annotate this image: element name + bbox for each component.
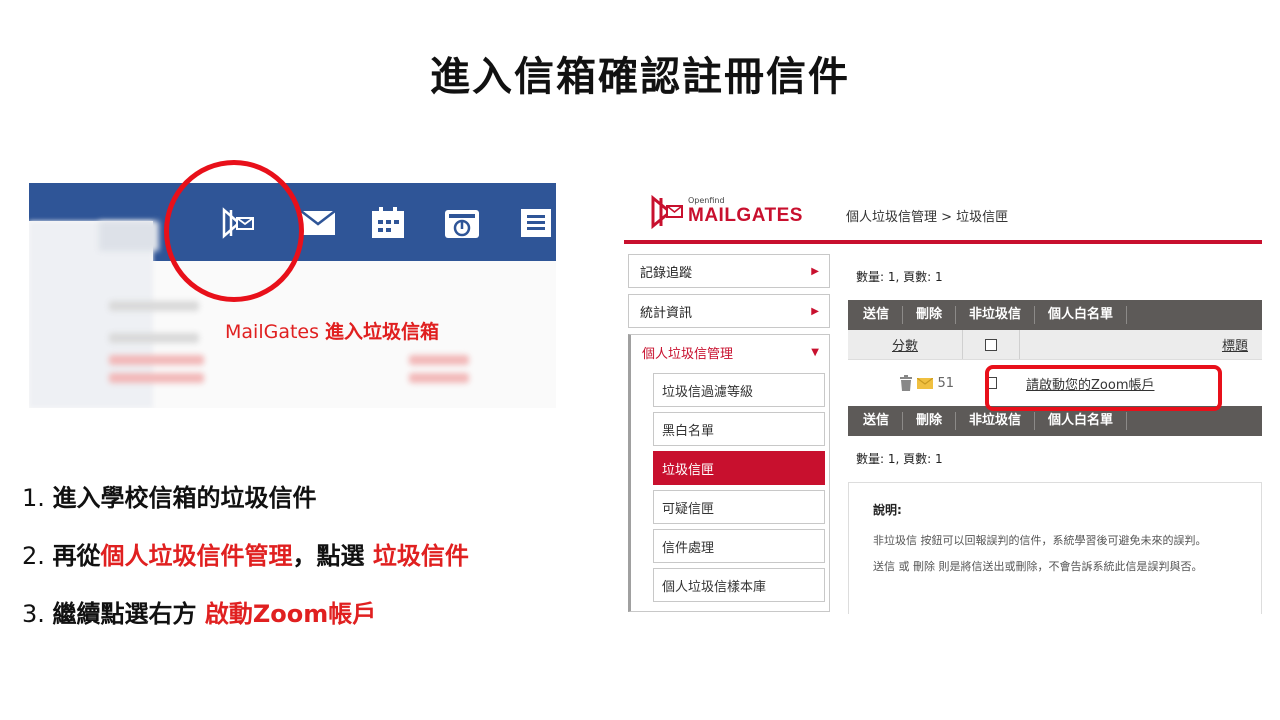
- mailgates-label-main: 進入垃圾信箱: [325, 321, 440, 343]
- step-highlight: 個人垃圾信件管理: [100, 542, 293, 570]
- mailgates-logo: Openfind MAILGATES: [650, 194, 810, 234]
- step-number: 1.: [22, 484, 53, 512]
- score-column-header[interactable]: 分數: [848, 335, 962, 354]
- step-text: 進入學校信箱的垃圾信件: [52, 484, 317, 512]
- whitelist-button[interactable]: 個人白名單: [1035, 306, 1128, 324]
- sidebar-item-personal-spam[interactable]: 個人垃圾信管理 ▼: [631, 335, 829, 369]
- whitelist-button[interactable]: 個人白名單: [1035, 412, 1128, 430]
- action-toolbar: 送信 刪除 非垃圾信 個人白名單: [848, 300, 1262, 330]
- blurred-row: [109, 333, 199, 343]
- sidebar: 記錄追蹤 ▶ 統計資訊 ▶ 個人垃圾信管理 ▼ 垃圾信過濾等級 黑白名單 垃圾信…: [628, 254, 830, 612]
- sidebar-item-label: 個人垃圾信管理: [642, 346, 734, 362]
- score-cell: 51: [848, 375, 962, 391]
- sidebar-subitem-filter-level[interactable]: 垃圾信過濾等級: [653, 373, 825, 407]
- delete-button[interactable]: 刪除: [903, 412, 957, 430]
- sidebar-subitem-suspicious[interactable]: 可疑信匣: [653, 490, 825, 524]
- count-status: 數量: 1, 頁數: 1: [856, 270, 943, 284]
- instruction-steps: 1. 進入學校信箱的垃圾信件 2. 再從個人垃圾信件管理，點選 垃圾信件 3. …: [22, 478, 469, 652]
- note-line: 送信 或 刪除 則是將信送出或刪除，不會告訴系統此信是誤判與否。: [873, 560, 1203, 573]
- sidebar-item-statistics[interactable]: 統計資訊 ▶: [628, 294, 830, 328]
- main-content: 數量: 1, 頁數: 1 送信 刪除 非垃圾信 個人白名單 分數 標題 51 請…: [848, 254, 1262, 614]
- sidebar-subitem-mail-handling[interactable]: 信件處理: [653, 529, 825, 563]
- breadcrumb: 個人垃圾信管理 > 垃圾信匣: [846, 210, 1009, 225]
- blurred-row: [109, 301, 199, 311]
- sidebar-item-label: 統計資訊: [640, 305, 693, 321]
- disk-icon[interactable]: [443, 205, 481, 241]
- select-all-checkbox[interactable]: [985, 338, 997, 351]
- score-value: 51: [937, 375, 954, 391]
- step-highlight: 垃圾信件: [372, 542, 469, 570]
- step-2: 2. 再從個人垃圾信件管理，點選 垃圾信件: [22, 536, 469, 594]
- blurred-header: [99, 221, 159, 251]
- mailgates-label: MailGates 進入垃圾信箱: [225, 317, 439, 344]
- sidebar-subitem-spam-folder[interactable]: 垃圾信匣: [653, 451, 825, 485]
- trash-icon[interactable]: [899, 375, 913, 391]
- chevron-right-icon: ▶: [811, 265, 819, 277]
- highlight-circle: [164, 160, 304, 302]
- blurred-row: [409, 355, 469, 365]
- mail-icon[interactable]: [299, 205, 337, 241]
- step-text: 繼續點選右方: [52, 600, 205, 628]
- select-all-cell: [962, 330, 1020, 359]
- blurred-row: [409, 373, 469, 383]
- send-button[interactable]: 送信: [850, 412, 904, 430]
- sidebar-group-personal-spam: 個人垃圾信管理 ▼ 垃圾信過濾等級 黑白名單 垃圾信匣 可疑信匣 信件處理 個人…: [628, 334, 830, 612]
- mailgates-logo-icon: [651, 194, 683, 230]
- step-text: 再從: [52, 542, 101, 570]
- step-highlight: 啟動Zoom帳戶: [204, 600, 377, 628]
- app-header: Openfind MAILGATES 個人垃圾信管理 > 垃圾信匣: [624, 182, 1262, 244]
- delete-button[interactable]: 刪除: [903, 306, 957, 324]
- step-text: ，點選: [292, 542, 373, 570]
- logo-small-text: Openfind: [688, 196, 725, 205]
- blurred-row: [109, 373, 204, 383]
- help-note: 說明: 非垃圾信 按鈕可以回報誤判的信件，系統學習後可避免未來的誤判。 送信 或…: [848, 482, 1262, 614]
- sidebar-subitem-sample-library[interactable]: 個人垃圾信樣本庫: [653, 568, 825, 602]
- sidebar-item-label: 記錄追蹤: [640, 265, 693, 281]
- sidebar-subitem-blacklist[interactable]: 黑白名單: [653, 412, 825, 446]
- step-3: 3. 繼續點選右方 啟動Zoom帳戶: [22, 594, 469, 652]
- chevron-down-icon: ▼: [811, 346, 819, 358]
- notes-icon[interactable]: [517, 205, 555, 241]
- send-button[interactable]: 送信: [850, 306, 904, 324]
- not-spam-button[interactable]: 非垃圾信: [956, 412, 1036, 430]
- step-number: 3.: [22, 600, 53, 628]
- logo-text: MAILGATES: [688, 205, 803, 226]
- step-number: 2.: [22, 542, 53, 570]
- mailgates-label-prefix: MailGates: [225, 321, 326, 343]
- blurred-row: [109, 355, 204, 365]
- calendar-icon[interactable]: [369, 205, 407, 241]
- slide-title: 進入信箱確認註冊信件: [430, 54, 850, 100]
- not-spam-button[interactable]: 非垃圾信: [956, 306, 1036, 324]
- table-header: 分數 標題: [848, 330, 1262, 360]
- sidebar-item-tracking[interactable]: 記錄追蹤 ▶: [628, 254, 830, 288]
- step-1: 1. 進入學校信箱的垃圾信件: [22, 478, 469, 536]
- chevron-right-icon: ▶: [811, 305, 819, 317]
- subject-column-header[interactable]: 標題: [1020, 335, 1262, 354]
- highlight-box: [985, 365, 1222, 411]
- envelope-icon: [917, 377, 934, 389]
- note-line: 非垃圾信 按鈕可以回報誤判的信件，系統學習後可避免未來的誤判。: [873, 534, 1207, 547]
- count-status-bottom: 數量: 1, 頁數: 1: [856, 452, 943, 466]
- note-title: 說明:: [873, 503, 902, 517]
